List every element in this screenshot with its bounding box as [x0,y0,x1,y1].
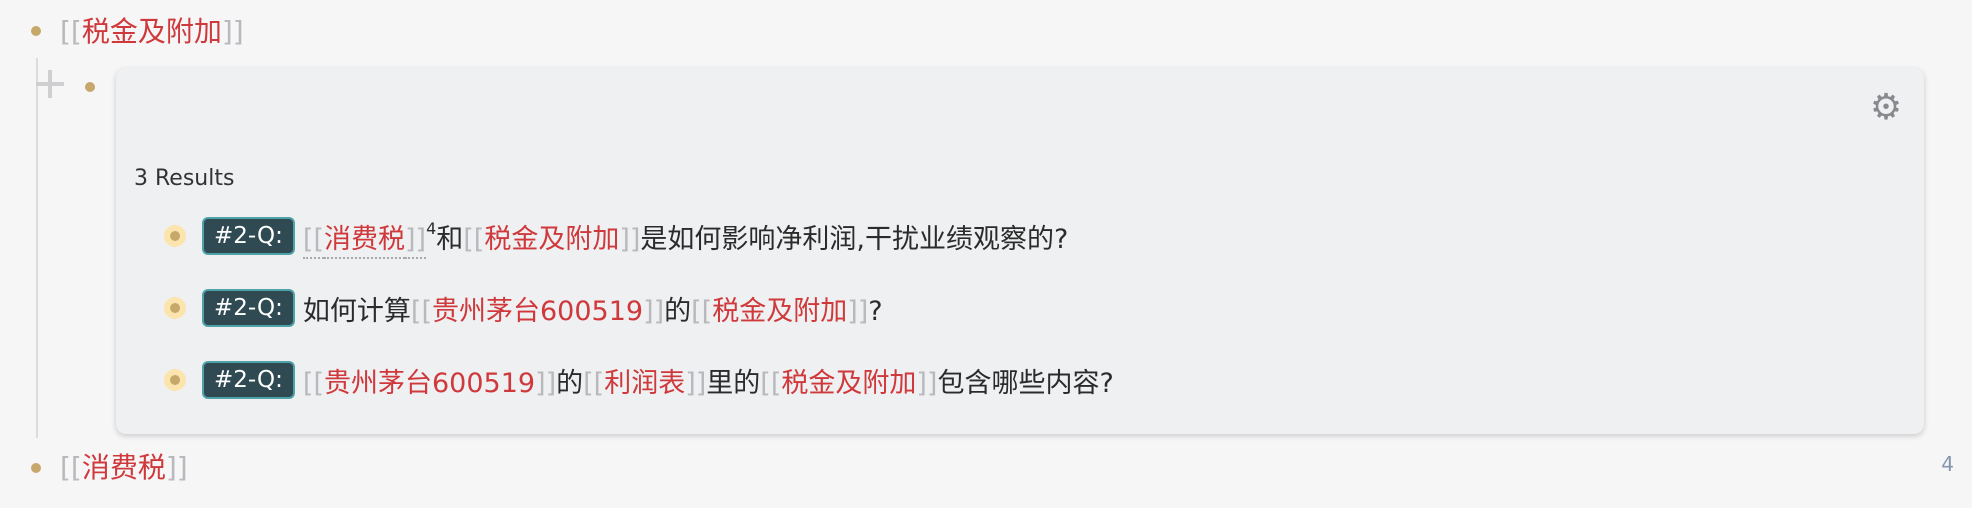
result-row[interactable]: #2-Q: [[贵州茅台600519]]的[[利润表]]里的[[税金及附加]]包… [164,358,1114,402]
bracket: [[ [691,295,713,327]
bracket: ]] [535,367,557,399]
row-content: [[消费税]]4和[[税金及附加]]是如何影响净利润,干扰业绩观察的? [302,217,1069,259]
ref-close-bracket: ]] [221,15,244,48]
ref-link-text[interactable]: 消费税 [82,451,166,484]
ref-open-bracket: [[ [60,451,82,484]
block-bullet[interactable] [31,26,41,36]
text: ? [868,295,883,327]
ref-link-text[interactable]: 税金及附加 [82,15,222,48]
reference-count[interactable]: 4 [1941,452,1954,476]
page-ref-top[interactable]: [[税金及附加]] [60,14,244,50]
bracket: ]] [619,223,641,255]
bracket: ]] [404,223,427,259]
question-tag[interactable]: #2-Q: [202,361,295,399]
row-bullet[interactable] [164,297,186,319]
result-row[interactable]: #2-Q: [[消费税]]4和[[税金及附加]]是如何影响净利润,干扰业绩观察的… [164,214,1069,259]
page-link[interactable]: 税金及附加 [781,368,916,399]
page-link[interactable]: 税金及附加 [484,224,619,255]
bracket: [[ [410,295,432,327]
text: 包含哪些内容? [937,367,1114,399]
text: 如何计算 [302,295,411,327]
add-block-icon[interactable] [34,68,66,100]
page-link[interactable]: 贵州茅台600519 [432,296,643,327]
bracket: ]] [847,295,869,327]
bracket: [[ [463,223,485,255]
text: 的 [556,367,584,399]
bracket: ]] [916,367,938,399]
page-link[interactable]: 贵州茅台600519 [324,368,535,399]
page-link[interactable]: 消费税 [323,223,405,259]
question-tag[interactable]: #2-Q: [202,217,295,255]
ref-close-bracket: ]] [165,451,188,484]
indent-guide [36,58,38,438]
text: 和 [436,223,464,255]
bracket: ]] [685,367,707,399]
page-link[interactable]: 利润表 [604,368,685,399]
row-bullet[interactable] [164,225,186,247]
page-ref-bottom[interactable]: [[消费税]] [60,450,188,486]
bracket: [[ [760,367,782,399]
bracket: [[ [302,367,324,399]
bracket: [[ [302,223,324,259]
row-content: [[贵州茅台600519]]的[[利润表]]里的[[税金及附加]]包含哪些内容? [303,361,1114,400]
ref-count[interactable]: 4 [426,219,436,238]
results-count: 3 Results [134,166,235,191]
text: 是如何影响净利润,干扰业绩观察的? [640,223,1069,255]
query-results-panel: ⚙ 3 Results #2-Q: [[消费税]]4和[[税金及附加]]是如何影… [116,68,1924,434]
ref-open-bracket: [[ [60,15,82,48]
gear-icon[interactable]: ⚙ [1868,90,1904,126]
row-content: 如何计算[[贵州茅台600519]]的[[税金及附加]]? [303,289,883,328]
block-bullet[interactable] [31,463,41,473]
bracket: [[ [583,367,605,399]
result-row[interactable]: #2-Q: 如何计算[[贵州茅台600519]]的[[税金及附加]]? [164,286,883,330]
page-link[interactable]: 税金及附加 [712,296,847,327]
text: 的 [664,295,692,327]
row-bullet[interactable] [164,369,186,391]
text: 里的 [706,367,761,399]
bracket: ]] [643,295,665,327]
question-tag[interactable]: #2-Q: [202,289,295,327]
child-block-bullet[interactable] [85,82,95,92]
